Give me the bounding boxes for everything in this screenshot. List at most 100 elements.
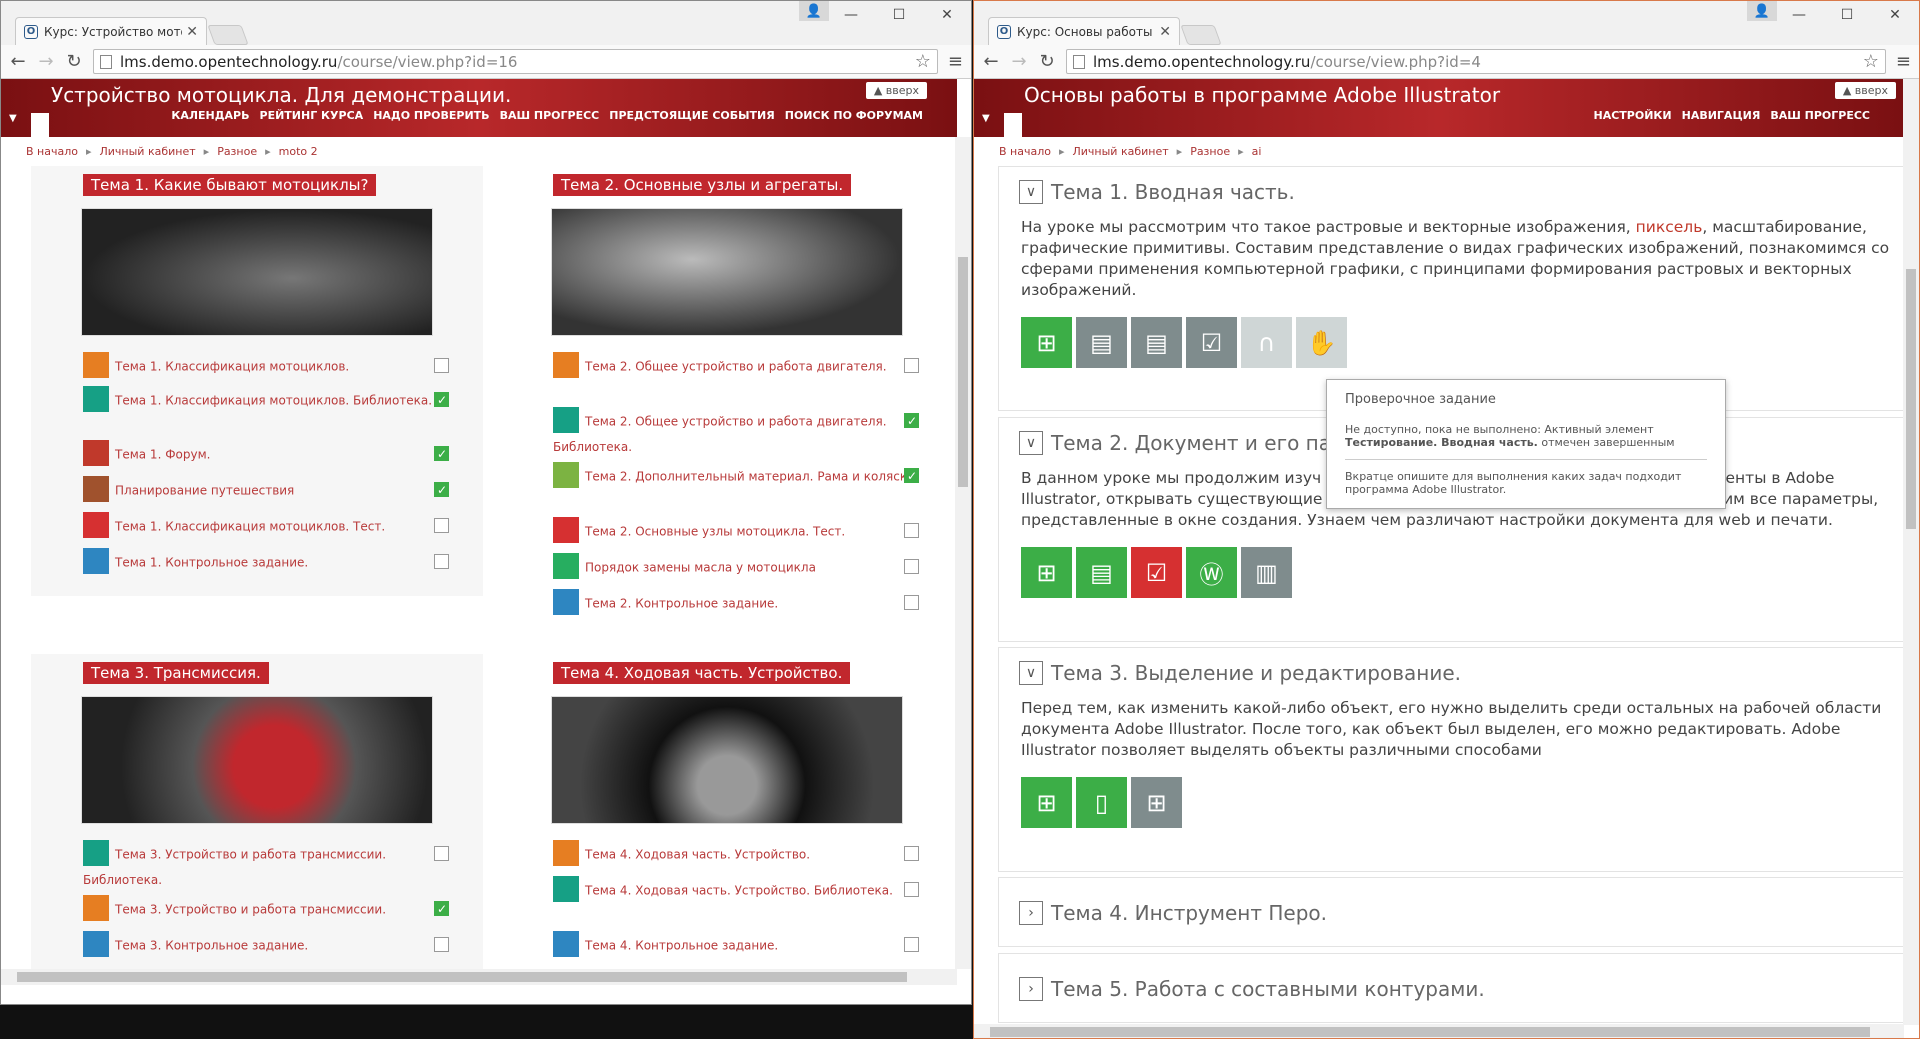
completion-checkbox[interactable] (904, 882, 919, 897)
quiz-tile-icon[interactable]: ☑ (1186, 317, 1237, 368)
list-item[interactable]: Тема 3. Устройство и работа трансмиссии. (83, 895, 457, 923)
lesson-tile-icon[interactable]: ⊞ (1021, 317, 1072, 368)
headphones-tile-icon[interactable]: ∩ (1241, 317, 1292, 368)
url-input[interactable]: lms.demo.opentechnology.ru/course/view.p… (93, 49, 938, 74)
horizontal-scrollbar[interactable] (974, 1024, 1904, 1038)
list-item[interactable]: Тема 2. Общее устройство и работа двигат… (553, 407, 927, 459)
list-item[interactable]: Тема 1. Классификация мотоциклов. (83, 352, 457, 380)
list-item[interactable]: Тема 2. Основные узлы мотоцикла. Тест. (553, 517, 927, 545)
crumb-category[interactable]: Разное (1190, 145, 1230, 158)
crumb-course[interactable]: ai (1252, 145, 1262, 158)
assignment-tile-icon[interactable]: ✋ (1296, 317, 1347, 368)
lesson-tile-icon[interactable]: ⊞ (1021, 777, 1072, 828)
browser-tab[interactable]: O Курс: Устройство мотоц ✕ (15, 17, 207, 45)
minimize-icon[interactable]: — (827, 1, 875, 29)
completion-checkbox[interactable] (904, 559, 919, 574)
nav-navigation[interactable]: НАВИГАЦИЯ (1682, 109, 1761, 122)
browser-menu-icon[interactable]: ≡ (948, 51, 963, 72)
list-item[interactable]: Тема 1. Классификация мотоциклов. Библио… (83, 386, 457, 414)
close-tab-icon[interactable]: ✕ (186, 24, 198, 40)
completion-checkbox[interactable] (904, 595, 919, 610)
topic-header[interactable]: ∨ Тема 1. Вводная часть. (999, 167, 1919, 217)
completion-checkbox[interactable] (904, 409, 919, 433)
close-tab-icon[interactable]: ✕ (1159, 24, 1171, 40)
maximize-icon[interactable]: ☐ (1823, 1, 1871, 29)
topic-header[interactable]: ∨ Тема 3. Выделение и редактирование. (999, 648, 1919, 698)
browser-tab[interactable]: O Курс: Основы работы в п ✕ (988, 17, 1180, 45)
user-profile-icon[interactable]: 👤 (1747, 1, 1777, 21)
list-item[interactable]: Тема 1. Классификация мотоциклов. Тест. (83, 512, 457, 540)
list-item[interactable]: Тема 2. Дополнительный материал. Рама и … (553, 462, 927, 490)
collapse-chevron-icon[interactable]: ∨ (1019, 661, 1043, 685)
url-input[interactable]: lms.demo.opentechnology.ru/course/view.p… (1066, 49, 1886, 74)
dock-toggle-icon[interactable]: ▼ (9, 113, 17, 124)
reload-icon[interactable]: ↻ (1038, 51, 1056, 72)
nav-settings[interactable]: НАСТРОЙКИ (1593, 109, 1671, 122)
completion-checkbox[interactable] (434, 554, 449, 569)
page-tile-icon[interactable]: ▤ (1131, 317, 1182, 368)
completion-checkbox[interactable] (434, 518, 449, 533)
dock-toggle-icon[interactable]: ▼ (982, 113, 990, 124)
close-window-icon[interactable]: ✕ (923, 1, 971, 29)
quiz-tile-icon[interactable]: ☑ (1131, 547, 1182, 598)
completion-checkbox[interactable] (434, 442, 449, 466)
completion-checkbox[interactable] (434, 358, 449, 373)
crumb-dashboard[interactable]: Личный кабинет (1073, 145, 1169, 158)
completion-checkbox[interactable] (434, 897, 449, 921)
scorm-tile-icon[interactable]: ⊞ (1131, 777, 1182, 828)
new-tab-button[interactable] (1180, 25, 1222, 45)
vertical-scrollbar[interactable] (955, 137, 971, 969)
close-window-icon[interactable]: ✕ (1871, 1, 1919, 29)
horizontal-scrollbar[interactable] (1, 969, 957, 985)
crumb-category[interactable]: Разное (217, 145, 257, 158)
minimize-icon[interactable]: — (1775, 1, 1823, 29)
list-item[interactable]: Тема 1. Форум. (83, 440, 457, 468)
list-item[interactable]: Тема 2. Контрольное задание. (553, 589, 927, 617)
topic-header[interactable]: › Тема 5. Работа с составными контурами. (999, 954, 1919, 1024)
back-icon[interactable]: ← (982, 51, 1000, 72)
collapse-chevron-icon[interactable]: ∨ (1019, 180, 1043, 204)
completion-checkbox[interactable] (434, 388, 449, 412)
bookmark-star-icon[interactable]: ☆ (1863, 51, 1879, 72)
list-item[interactable]: Тема 3. Устройство и работа трансмиссии.… (83, 840, 457, 892)
topic-header[interactable]: › Тема 4. Инструмент Перо. (999, 878, 1919, 948)
completion-checkbox[interactable] (904, 937, 919, 952)
forward-icon[interactable]: → (37, 51, 55, 72)
crumb-home[interactable]: В начало (999, 145, 1051, 158)
scroll-top-button[interactable]: ▲ вверх (865, 82, 927, 99)
page-tile-icon[interactable]: ▤ (1076, 317, 1127, 368)
list-item[interactable]: Тема 2. Общее устройство и работа двигат… (553, 352, 927, 380)
list-item[interactable]: Тема 4. Ходовая часть. Устройство. Библи… (553, 876, 927, 904)
nav-course-rating[interactable]: РЕЙТИНГ КУРСА (260, 109, 364, 122)
reload-icon[interactable]: ↻ (65, 51, 83, 72)
lesson-tile-icon[interactable]: ⊞ (1021, 547, 1072, 598)
completion-checkbox[interactable] (904, 523, 919, 538)
nav-progress[interactable]: ВАШ ПРОГРЕСС (500, 109, 600, 122)
list-item[interactable]: Тема 4. Ходовая часть. Устройство. (553, 840, 927, 868)
scroll-top-button[interactable]: ▲ вверх (1834, 82, 1896, 99)
forward-icon[interactable]: → (1010, 51, 1028, 72)
expand-chevron-icon[interactable]: › (1019, 901, 1043, 925)
book-tile-icon[interactable]: ▯ (1076, 777, 1127, 828)
nav-calendar[interactable]: КАЛЕНДАРЬ (171, 109, 249, 122)
back-icon[interactable]: ← (9, 51, 27, 72)
crumb-dashboard[interactable]: Личный кабинет (100, 145, 196, 158)
list-item[interactable]: Тема 4. Контрольное задание. (553, 931, 927, 959)
vertical-scrollbar[interactable] (1903, 79, 1919, 1025)
list-item[interactable]: Планирование путешествия (83, 476, 457, 504)
wiki-tile-icon[interactable]: Ⓦ (1186, 547, 1237, 598)
nav-forum-search[interactable]: ПОИСК ПО ФОРУМАМ (785, 109, 923, 122)
completion-checkbox[interactable] (904, 846, 919, 861)
completion-checkbox[interactable] (434, 478, 449, 502)
completion-checkbox[interactable] (434, 937, 449, 952)
user-profile-icon[interactable]: 👤 (799, 1, 829, 21)
list-item[interactable]: Тема 3. Контрольное задание. (83, 931, 457, 959)
maximize-icon[interactable]: ☐ (875, 1, 923, 29)
nav-need-review[interactable]: НАДО ПРОВЕРИТЬ (373, 109, 489, 122)
nav-upcoming-events[interactable]: ПРЕДСТОЯЩИЕ СОБЫТИЯ (609, 109, 775, 122)
browser-menu-icon[interactable]: ≡ (1896, 51, 1911, 72)
bookmark-star-icon[interactable]: ☆ (915, 51, 931, 72)
completion-checkbox[interactable] (434, 846, 449, 861)
collapse-chevron-icon[interactable]: ∨ (1019, 431, 1043, 455)
chart-tile-icon[interactable]: ▥ (1241, 547, 1292, 598)
